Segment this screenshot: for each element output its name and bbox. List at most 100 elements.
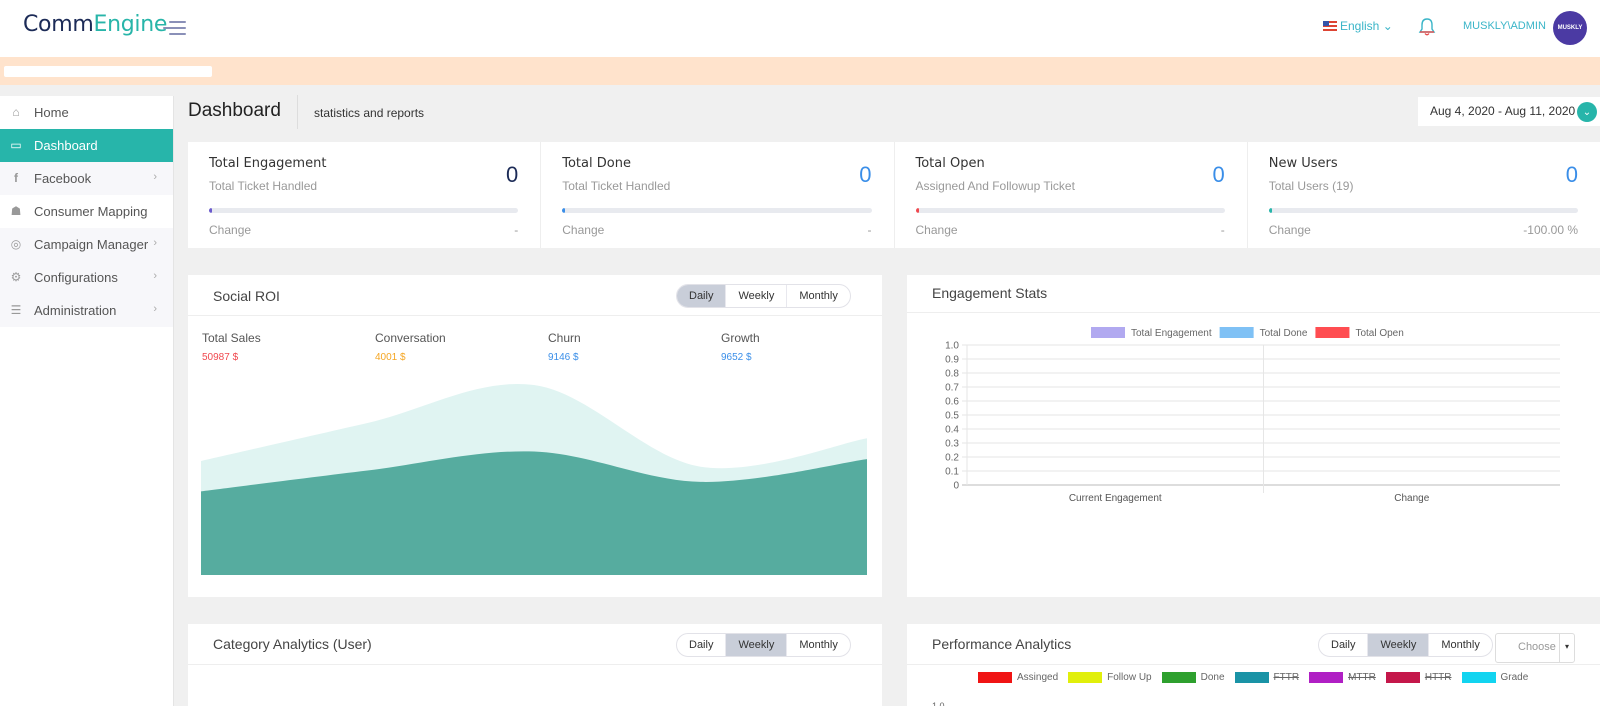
sliders-icon: ☰ (10, 303, 22, 317)
legend-label: Done (1200, 672, 1225, 683)
legend-item[interactable]: Done (1161, 672, 1225, 683)
us-flag-icon (1323, 21, 1337, 31)
stat-subtitle: Total Ticket Handled (562, 179, 671, 193)
y-tick-label: 0.5 (945, 411, 959, 422)
y-tick-label: 0.6 (945, 397, 959, 408)
period-daily-button[interactable]: Daily (1319, 634, 1369, 656)
period-monthly-button[interactable]: Monthly (787, 634, 850, 656)
panel-title: Engagement Stats (932, 285, 1048, 301)
sidebar-item-label: Facebook (34, 171, 92, 186)
social-roi-area-chart (201, 383, 867, 575)
divider (188, 664, 882, 665)
choose-placeholder: Choose (1518, 641, 1556, 653)
y-tick-label: 0 (953, 481, 959, 492)
title-divider (297, 95, 298, 129)
stat-value: 0 (859, 162, 872, 187)
caret-down-icon: ▾ (1559, 634, 1574, 662)
logo[interactable]: CommEngine (23, 12, 167, 37)
choose-select[interactable]: Choose ▾ (1495, 633, 1575, 663)
legend-item[interactable]: Total Open (1315, 327, 1404, 339)
stat-subtitle: Assigned And Followup Ticket (915, 179, 1075, 193)
sidebar-item-label: Campaign Manager (34, 237, 149, 252)
metric-label: Total Sales (202, 331, 261, 345)
gears-icon: ⚙ (10, 270, 22, 284)
period-weekly-button[interactable]: Weekly (1368, 634, 1430, 656)
period-weekly-button[interactable]: Weekly (726, 634, 788, 656)
period-toggle: Daily Weekly Monthly (676, 633, 851, 657)
legend-item[interactable]: MTTR (1309, 672, 1376, 683)
sidebar-item-facebook[interactable]: f Facebook › (0, 162, 173, 195)
y-tick-label: 0.1 (945, 467, 959, 478)
y-tick-label: 0.2 (945, 453, 959, 464)
legend-item[interactable]: HTTR (1385, 672, 1452, 683)
stat-change-value: - (1220, 223, 1225, 237)
stat-card-total-engagement: Total Engagement Total Ticket Handled 0 … (188, 142, 542, 248)
period-toggle: Daily Weekly Monthly (1318, 633, 1493, 657)
legend-item[interactable]: Grade (1461, 672, 1529, 683)
period-monthly-button[interactable]: Monthly (787, 285, 850, 307)
legend-label: Follow Up (1107, 672, 1152, 683)
legend-item[interactable]: Follow Up (1068, 672, 1152, 683)
sidebar-item-configurations[interactable]: ⚙ Configurations › (0, 261, 173, 294)
legend-swatch (1385, 672, 1420, 683)
menu-toggle-icon[interactable] (163, 19, 187, 37)
legend-item[interactable]: FTTR (1234, 672, 1299, 683)
target-icon: ◎ (10, 237, 22, 251)
stat-card-total-open: Total Open Assigned And Followup Ticket … (895, 142, 1248, 248)
stat-progress-bar (209, 208, 519, 213)
period-daily-button[interactable]: Daily (677, 634, 727, 656)
presentation-chart-icon: ▭ (10, 138, 22, 152)
stat-subtitle: Total Users (19) (1268, 179, 1354, 193)
legend-label: Total Engagement (1131, 328, 1212, 339)
chevron-down-icon[interactable]: ⌄ (1577, 102, 1597, 122)
page-title: Dashboard (188, 100, 281, 121)
language-selector[interactable]: English ⌄ (1323, 19, 1393, 33)
period-daily-button[interactable]: Daily (677, 285, 727, 307)
legend-label: Total Done (1260, 328, 1308, 339)
social-roi-panel: Social ROI Daily Weekly Monthly Total Sa… (188, 275, 882, 597)
stat-title: Total Done (562, 156, 631, 171)
period-weekly-button[interactable]: Weekly (726, 285, 788, 307)
stat-progress-fill (1268, 208, 1272, 213)
legend-label: Grade (1500, 672, 1529, 683)
stat-change-label: Change (209, 223, 252, 237)
chevron-right-icon: › (153, 171, 157, 183)
bell-icon[interactable] (1417, 17, 1437, 37)
metric-value: 4001 $ (375, 352, 406, 363)
stat-change-label: Change (562, 223, 605, 237)
stat-progress-fill (209, 208, 213, 213)
sidebar-item-label: Home (34, 105, 69, 120)
stat-cards: Total Engagement Total Ticket Handled 0 … (188, 142, 1600, 248)
legend-swatch (1219, 327, 1254, 338)
sidebar-item-dashboard[interactable]: ▭ Dashboard (0, 129, 173, 162)
redacted-text (4, 66, 212, 77)
legend-label: Assinged (1017, 672, 1059, 683)
period-monthly-button[interactable]: Monthly (1429, 634, 1492, 656)
stat-value: 0 (506, 162, 519, 187)
metric-value: 9652 $ (721, 352, 752, 363)
language-label: English (1340, 19, 1380, 33)
stat-progress-fill (915, 208, 919, 213)
sidebar: ⌂ Home ▭ Dashboard f Facebook › ☗ Consum… (0, 96, 174, 706)
legend-item[interactable]: Assinged (978, 672, 1058, 683)
stat-title: New Users (1268, 156, 1338, 171)
metric-label: Growth (721, 331, 760, 345)
date-range-picker[interactable]: Aug 4, 2020 - Aug 11, 2020 (1418, 97, 1600, 126)
username-link[interactable]: MUSKLY\ADMIN (1463, 20, 1546, 32)
avatar[interactable]: MUSKLY (1553, 11, 1587, 45)
x-tick-label: Current Engagement (1069, 493, 1162, 504)
logo-text-engine: Engine (93, 12, 168, 37)
legend-swatch (978, 672, 1012, 683)
logo-text-comm: Comm (23, 12, 94, 37)
sidebar-item-campaign-manager[interactable]: ◎ Campaign Manager › (0, 228, 173, 261)
chevron-right-icon: › (153, 237, 157, 249)
legend-item[interactable]: Total Done (1219, 327, 1308, 339)
y-tick-label: 0.4 (945, 425, 959, 436)
sidebar-item-administration[interactable]: ☰ Administration › (0, 294, 173, 327)
legend-swatch (1234, 672, 1269, 683)
sidebar-item-consumer-mapping[interactable]: ☗ Consumer Mapping (0, 195, 173, 228)
legend-item[interactable]: Total Engagement (1091, 327, 1212, 339)
sidebar-item-label: Dashboard (34, 138, 98, 153)
sidebar-item-home[interactable]: ⌂ Home (0, 96, 173, 129)
y-tick-label: 0.8 (945, 369, 959, 380)
